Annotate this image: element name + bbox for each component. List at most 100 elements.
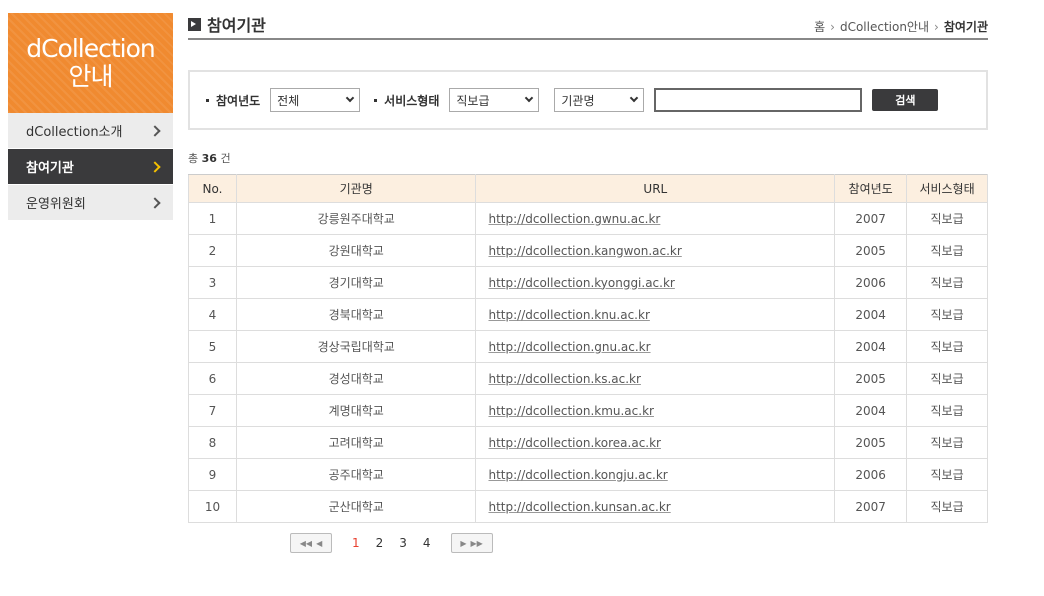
table-row: 1 강릉원주대학교 http://dcollection.gwnu.ac.kr 200… [188, 202, 988, 235]
institution-link[interactable]: http://dcollection.knu.ac.kr [488, 308, 649, 322]
total-prefix: 총 [188, 152, 199, 165]
table-body: 1 강릉원주대학교 http://dcollection.gwnu.ac.kr 200… [188, 202, 988, 523]
table-row: 9 공주대학교 http://dcollection.kongju.ac.kr 200… [188, 458, 988, 491]
institution-link[interactable]: http://dcollection.gwnu.ac.kr [488, 212, 660, 226]
breadcrumb: 홈 › dCollection안내 › 참여기관 [814, 18, 988, 35]
col-header-no: No. [188, 174, 237, 203]
total-count: 총 36 건 [188, 150, 988, 166]
table-row: 7 계명대학교 http://dcollection.kmu.ac.kr 2004 직보… [188, 394, 988, 427]
cell-no: 10 [188, 490, 237, 523]
institution-link[interactable]: http://dcollection.ks.ac.kr [488, 372, 640, 386]
cell-name: 공주대학교 [235, 458, 477, 491]
institution-link[interactable]: http://dcollection.kyonggi.ac.kr [488, 276, 674, 290]
cell-year: 2004 [834, 394, 908, 427]
institution-link[interactable]: http://dcollection.kangwon.ac.kr [488, 244, 681, 258]
cell-type: 직보급 [906, 202, 988, 235]
sidebar-item-institutions[interactable]: 참여기관 [8, 149, 173, 185]
page-number[interactable]: 2 [376, 536, 384, 550]
search-input[interactable] [654, 88, 863, 112]
cell-year: 2007 [834, 202, 908, 235]
year-select[interactable]: 전체 [270, 88, 361, 112]
cell-year: 2005 [834, 426, 908, 459]
cell-type: 직보급 [906, 458, 988, 491]
sidebar-item-label: dCollection소개 [26, 125, 123, 140]
service-label: 서비스형태 [374, 92, 439, 109]
col-header-year: 참여년도 [834, 174, 908, 203]
cell-url: http://dcollection.kongju.ac.kr [475, 458, 836, 491]
chevron-right-icon: › [934, 19, 939, 34]
cell-url: http://dcollection.gnu.ac.kr [475, 330, 836, 363]
chevron-right-icon [149, 124, 161, 137]
sidebar-title-line2: 안내 [68, 62, 113, 91]
year-label: 참여년도 [206, 92, 260, 109]
institution-link[interactable]: http://dcollection.korea.ac.kr [488, 436, 661, 450]
table-row: 6 경성대학교 http://dcollection.ks.ac.kr 2005 직보급 [188, 362, 988, 395]
cell-no: 8 [188, 426, 237, 459]
cell-url: http://dcollection.ks.ac.kr [475, 362, 836, 395]
sidebar-item-label: 운영위원회 [26, 197, 86, 212]
cell-no: 3 [188, 266, 237, 299]
sidebar-menu: dCollection소개 참여기관 운영위원회 [8, 113, 173, 221]
cell-no: 1 [188, 202, 237, 235]
chevron-right-icon [149, 160, 161, 173]
cell-name: 경기대학교 [235, 266, 477, 299]
sidebar-title-line1: dCollection [26, 34, 156, 63]
table-row: 3 경기대학교 http://dcollection.kyonggi.ac.kr 20… [188, 266, 988, 299]
service-select[interactable]: 직보급 [449, 88, 540, 112]
cell-url: http://dcollection.kyonggi.ac.kr [475, 266, 836, 299]
cell-url: http://dcollection.knu.ac.kr [475, 298, 836, 331]
service-select-value: 직보급 [456, 93, 490, 108]
col-header-type: 서비스형태 [906, 174, 988, 203]
institution-link[interactable]: http://dcollection.kongju.ac.kr [488, 468, 667, 482]
cell-no: 5 [188, 330, 237, 363]
cell-year: 2004 [834, 298, 908, 331]
cell-url: http://dcollection.kunsan.ac.kr [475, 490, 836, 523]
prev-page-buttons[interactable]: ◀◀ ◀ [290, 533, 332, 553]
cell-type: 직보급 [906, 362, 988, 395]
cell-type: 직보급 [906, 298, 988, 331]
page-title-text: 참여기관 [207, 16, 266, 35]
page-number[interactable]: 4 [423, 536, 431, 550]
title-arrow-icon [188, 17, 201, 31]
table-row: 10 군산대학교 http://dcollection.kunsan.ac.kr 20… [188, 490, 988, 523]
year-select-value: 전체 [277, 93, 300, 108]
cell-year: 2005 [834, 362, 908, 395]
page-number[interactable]: 1 [352, 536, 360, 550]
chevron-down-icon [525, 93, 534, 103]
cell-url: http://dcollection.kmu.ac.kr [475, 394, 836, 427]
cell-no: 4 [188, 298, 237, 331]
sidebar-item-committee[interactable]: 운영위원회 [8, 185, 173, 221]
cell-name: 강원대학교 [235, 234, 477, 267]
cell-name: 경상국립대학교 [235, 330, 477, 363]
sidebar: dCollection 안내 dCollection소개 참여기관 운영위원회 [8, 13, 173, 221]
sidebar-item-label: 참여기관 [26, 161, 74, 176]
cell-type: 직보급 [906, 394, 988, 427]
sidebar-item-intro[interactable]: dCollection소개 [8, 113, 173, 149]
page-number[interactable]: 3 [399, 536, 407, 550]
institution-link[interactable]: http://dcollection.kmu.ac.kr [488, 404, 653, 418]
search-field-select[interactable]: 기관명 [554, 88, 645, 112]
breadcrumb-section[interactable]: dCollection안내 [840, 18, 929, 35]
col-header-url: URL [475, 174, 836, 203]
main-content: 참여기관 홈 › dCollection안내 › 참여기관 참여년도 전체 서비… [188, 12, 988, 523]
cell-no: 2 [188, 234, 237, 267]
next-page-icon[interactable]: ▶ [460, 539, 466, 548]
institution-link[interactable]: http://dcollection.gnu.ac.kr [488, 340, 650, 354]
institution-link[interactable]: http://dcollection.kunsan.ac.kr [488, 500, 670, 514]
institutions-table: No. 기관명 URL 참여년도 서비스형태 1 강릉원주대학교 http://dc… [188, 174, 988, 523]
next-page-buttons[interactable]: ▶ ▶▶ [450, 533, 493, 553]
page-header: 참여기관 홈 › dCollection안내 › 참여기관 [188, 12, 988, 40]
cell-url: http://dcollection.kangwon.ac.kr [475, 234, 836, 267]
table-row: 2 강원대학교 http://dcollection.kangwon.ac.kr 20… [188, 234, 988, 267]
breadcrumb-home[interactable]: 홈 [814, 18, 825, 35]
sidebar-title: dCollection 안내 [8, 13, 173, 113]
last-page-icon[interactable]: ▶▶ [470, 539, 482, 548]
cell-no: 9 [188, 458, 237, 491]
total-suffix: 건 [220, 152, 231, 165]
search-button[interactable]: 검색 [872, 89, 939, 111]
prev-page-icon[interactable]: ◀ [316, 539, 322, 548]
search-field-value: 기관명 [561, 93, 595, 108]
cell-type: 직보급 [906, 266, 988, 299]
first-page-icon[interactable]: ◀◀ [300, 539, 312, 548]
table-row: 8 고려대학교 http://dcollection.korea.ac.kr 2005… [188, 426, 988, 459]
